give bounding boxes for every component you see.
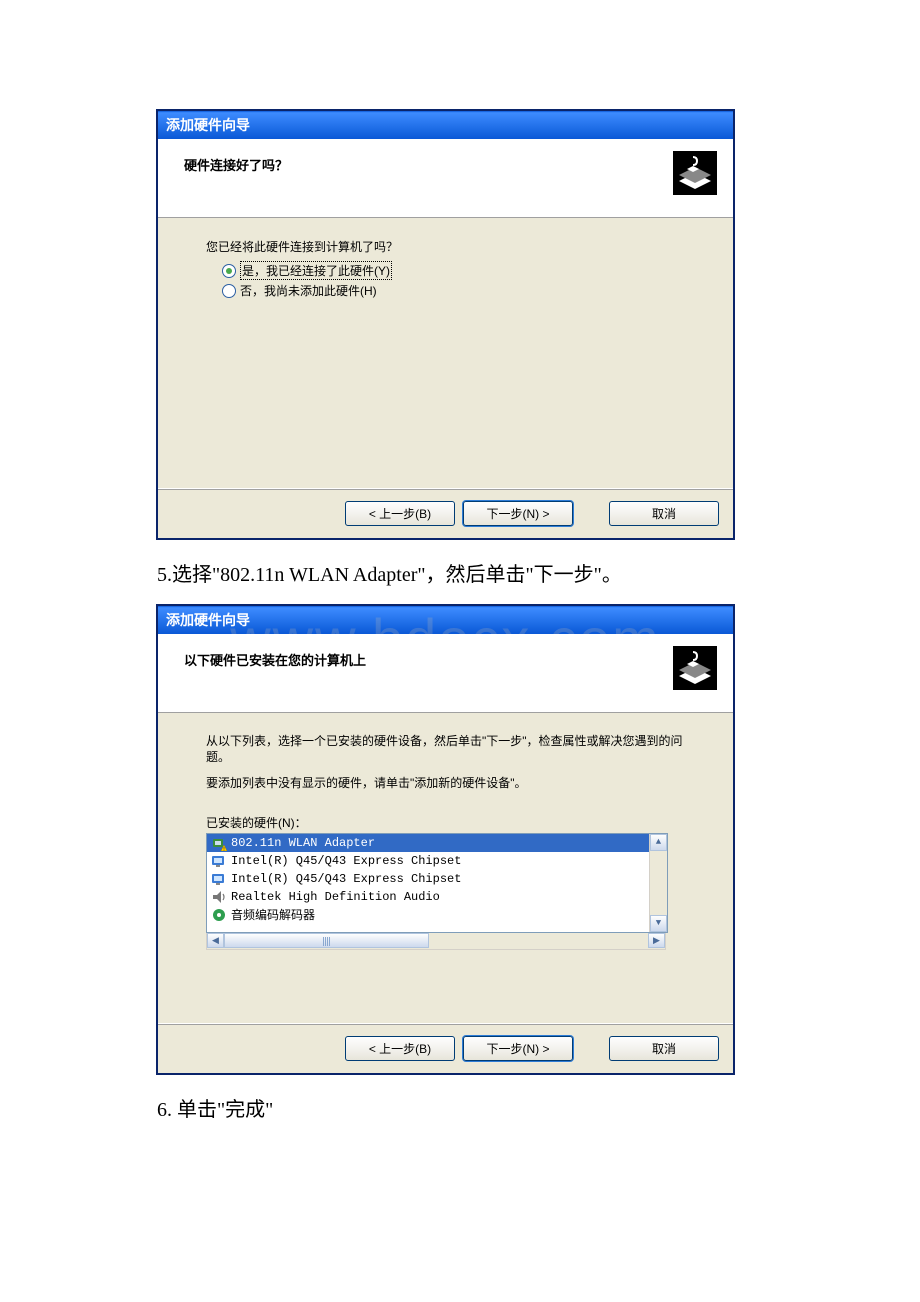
wizard-button-bar: < 上一步(B) 下一步(N) > 取消 — [158, 488, 733, 538]
list-item[interactable]: Intel(R) Q45/Q43 Express Chipset — [207, 870, 650, 888]
scroll-thumb[interactable] — [224, 933, 429, 948]
wizard-body: 从以下列表，选择一个已安装的硬件设备，然后单击"下一步"，检查属性或解决您遇到的… — [158, 713, 733, 1023]
list-item-label: 802.11n WLAN Adapter — [231, 836, 375, 850]
wizard-header: 硬件连接好了吗？ — [158, 139, 733, 218]
vertical-scrollbar[interactable]: ▲ ▼ — [649, 834, 667, 932]
list-item-label: 音频编码解码器 — [231, 906, 315, 923]
titlebar[interactable]: 添加硬件向导 — [158, 606, 733, 634]
cancel-button[interactable]: 取消 — [609, 501, 719, 526]
next-button[interactable]: 下一步(N) > — [463, 1036, 573, 1061]
scroll-down-button[interactable]: ▼ — [650, 915, 667, 932]
display-adapter-icon — [211, 853, 227, 869]
instruction-step-5: 5.选择"802.11n WLAN Adapter"，然后单击"下一步"。 — [157, 561, 763, 589]
scroll-left-button[interactable]: ◀ — [207, 933, 224, 948]
radio-no-row[interactable]: 否，我尚未添加此硬件(H) — [222, 282, 695, 299]
list-item[interactable]: 音频编码解码器 — [207, 906, 650, 924]
hardware-wizard-icon — [673, 646, 717, 690]
installed-hardware-label: 已安装的硬件(N)： — [206, 814, 695, 831]
wizard-header: 以下硬件已安装在您的计算机上 — [158, 634, 733, 713]
description-line-1: 从以下列表，选择一个已安装的硬件设备，然后单击"下一步"，检查属性或解决您遇到的… — [206, 733, 695, 765]
list-item-label: Intel(R) Q45/Q43 Express Chipset — [231, 854, 461, 868]
radio-yes-label: 是，我已经连接了此硬件(Y) — [240, 261, 392, 280]
back-button[interactable]: < 上一步(B) — [345, 501, 455, 526]
scroll-right-button[interactable]: ▶ — [648, 933, 665, 948]
installed-hardware-listbox[interactable]: ! 802.11n WLAN Adapter Intel(R) Q45/Q43 … — [206, 833, 668, 933]
wizard-body: 您已经将此硬件连接到计算机了吗？ 是，我已经连接了此硬件(Y) 否，我尚未添加此… — [158, 218, 733, 488]
radio-yes[interactable] — [222, 264, 236, 278]
list-item-label: Realtek High Definition Audio — [231, 890, 440, 904]
audio-device-icon — [211, 889, 227, 905]
titlebar[interactable]: 添加硬件向导 — [158, 111, 733, 139]
list-item-label: Intel(R) Q45/Q43 Express Chipset — [231, 872, 461, 886]
network-adapter-warning-icon: ! — [211, 835, 227, 851]
wizard-button-bar: < 上一步(B) 下一步(N) > 取消 — [158, 1023, 733, 1073]
wizard-header-title: 硬件连接好了吗？ — [184, 151, 673, 174]
display-adapter-icon — [211, 871, 227, 887]
hardware-wizard-icon — [673, 151, 717, 195]
back-button[interactable]: < 上一步(B) — [345, 1036, 455, 1061]
codec-icon — [211, 907, 227, 923]
radio-no[interactable] — [222, 284, 236, 298]
list-item[interactable]: Intel(R) Q45/Q43 Express Chipset — [207, 852, 650, 870]
description-line-2: 要添加列表中没有显示的硬件，请单击"添加新的硬件设备"。 — [206, 775, 695, 791]
horizontal-scrollbar[interactable]: ◀ ▶ — [206, 933, 666, 950]
list-item[interactable]: ! 802.11n WLAN Adapter — [207, 834, 650, 852]
scroll-up-button[interactable]: ▲ — [650, 834, 667, 851]
instruction-step-6: 6. 单击"完成" — [157, 1096, 763, 1124]
list-item[interactable]: Realtek High Definition Audio — [207, 888, 650, 906]
add-hardware-wizard-dialog-2: www.bdocx.com 添加硬件向导 以下硬件已安装在您的计算机上 从以下列… — [157, 605, 734, 1074]
titlebar-text: 添加硬件向导 — [166, 610, 250, 630]
cancel-button[interactable]: 取消 — [609, 1036, 719, 1061]
radio-yes-row[interactable]: 是，我已经连接了此硬件(Y) — [222, 261, 695, 280]
wizard-header-title: 以下硬件已安装在您的计算机上 — [184, 646, 673, 669]
connection-prompt: 您已经将此硬件连接到计算机了吗？ — [206, 238, 695, 255]
svg-text:!: ! — [222, 846, 225, 851]
next-button[interactable]: 下一步(N) > — [463, 501, 573, 526]
add-hardware-wizard-dialog-1: 添加硬件向导 硬件连接好了吗？ 您已经将此硬件连接到计算机了吗？ 是，我已经连接… — [157, 110, 734, 539]
titlebar-text: 添加硬件向导 — [166, 115, 250, 135]
radio-no-label: 否，我尚未添加此硬件(H) — [240, 282, 377, 299]
